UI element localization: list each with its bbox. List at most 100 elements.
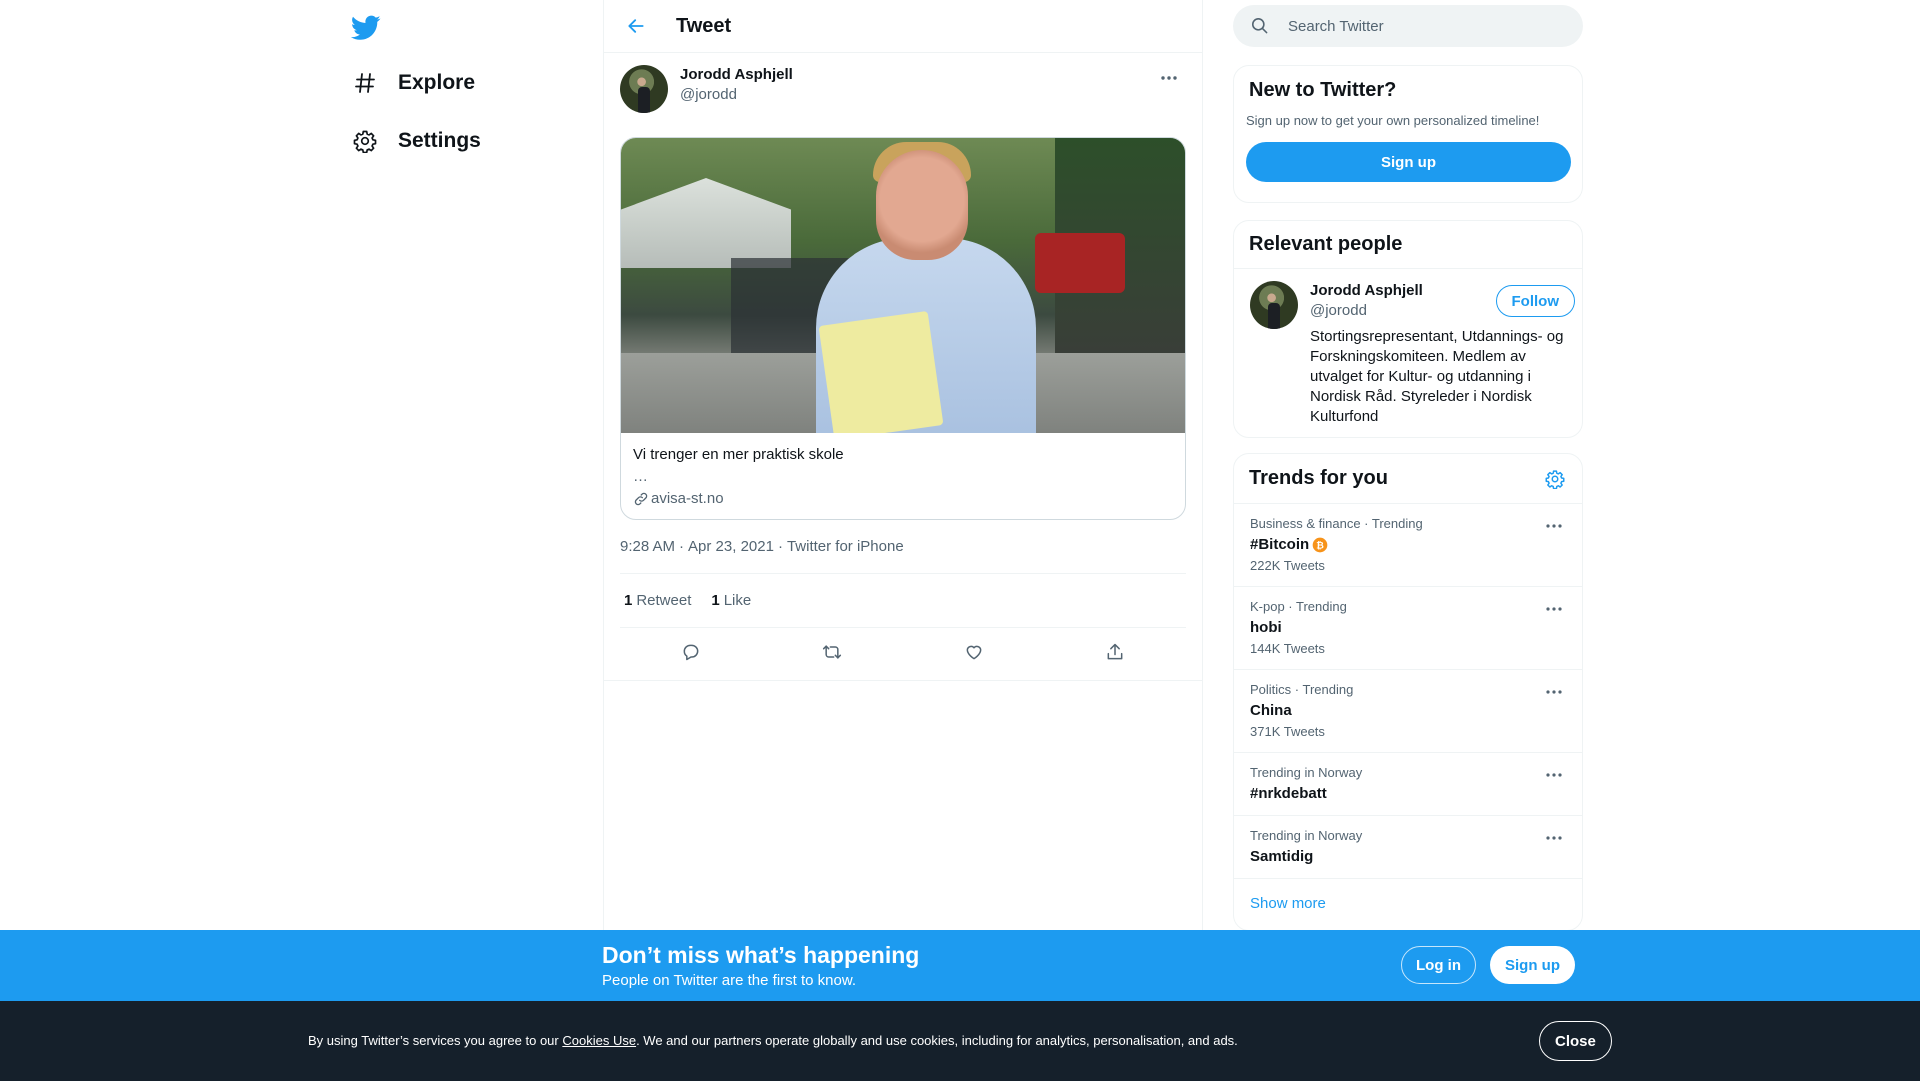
trend-name-text: #Bitcoin <box>1250 536 1310 553</box>
like-count[interactable]: 1 Like <box>711 592 751 609</box>
trend-more-button[interactable] <box>1540 828 1568 848</box>
login-button[interactable]: Log in <box>1401 946 1476 984</box>
share-icon <box>1105 642 1125 662</box>
reply-icon <box>681 642 701 662</box>
more-options-button[interactable] <box>1152 65 1186 91</box>
gear-icon <box>352 128 378 154</box>
meta-separator: · <box>679 537 685 555</box>
divider <box>604 680 1202 681</box>
tweet-counts: 1 Retweet 1 Like <box>620 574 1186 627</box>
trend-item[interactable]: Trending in Norway #nrkdebatt <box>1234 753 1582 816</box>
trend-item[interactable]: K-pop · Trending hobi 144K Tweets <box>1234 587 1582 670</box>
banner-title: Don’t miss what’s happening <box>602 942 920 968</box>
retweet-count[interactable]: 1 Retweet <box>624 592 691 609</box>
trends-settings-button[interactable] <box>1542 466 1568 492</box>
twitter-logo-icon[interactable] <box>346 8 386 48</box>
more-dots-icon <box>1546 524 1562 528</box>
trend-name: #nrkdebatt <box>1250 785 1327 802</box>
more-dots-icon <box>1160 75 1178 81</box>
card-description: … <box>633 468 648 485</box>
tweet-meta: 9:28 AM · Apr 23, 2021 · Twitter for iPh… <box>620 536 1186 556</box>
tweet-source[interactable]: Twitter for iPhone <box>787 538 904 555</box>
person-bio: Stortingsrepresentant, Utdannings- og Fo… <box>1310 328 1564 425</box>
trends-header: Trends for you <box>1234 454 1582 504</box>
card-domain-text: avisa-st.no <box>651 490 724 507</box>
retweet-button[interactable] <box>814 634 850 670</box>
signup-banner: Don’t miss what’s happening People on Tw… <box>0 930 1920 1001</box>
back-button[interactable] <box>618 8 654 44</box>
link-icon <box>633 491 649 507</box>
show-more-link[interactable]: Show more <box>1234 879 1582 928</box>
tweet-time[interactable]: 9:28 AM <box>620 538 675 555</box>
trend-item[interactable]: Trending in Norway Samtidig <box>1234 816 1582 879</box>
cookie-banner: By using Twitter’s services you agree to… <box>0 1001 1920 1081</box>
person-info: Jorodd Asphjell @jorodd Follow Stortings… <box>1310 281 1575 427</box>
new-to-twitter-subtitle: Sign up now to get your own personalized… <box>1246 113 1540 128</box>
trend-count: 371K Tweets <box>1250 724 1325 739</box>
trend-more-button[interactable] <box>1540 682 1568 702</box>
tweet-header: Jorodd Asphjell @jorodd <box>620 65 1186 119</box>
meta-separator: · <box>777 537 783 555</box>
more-dots-icon <box>1546 690 1562 694</box>
trend-more-button[interactable] <box>1540 516 1568 536</box>
nav-label-explore: Explore <box>398 71 476 94</box>
tweet-actions <box>620 628 1186 676</box>
cookies-use-link[interactable]: Cookies Use <box>562 1033 636 1048</box>
trend-more-button[interactable] <box>1540 599 1568 619</box>
trend-item[interactable]: Business & finance · Trending #Bitcoin ₿… <box>1234 504 1582 587</box>
nav-item-settings[interactable]: Settings <box>340 115 493 167</box>
trends-panel: Trends for you Business & finance · Tren… <box>1233 453 1583 931</box>
close-cookie-button[interactable]: Close <box>1539 1021 1612 1061</box>
new-to-twitter-title: New to Twitter? <box>1249 79 1397 101</box>
trend-context: Business & finance · Trending <box>1250 516 1423 531</box>
tweet-author[interactable]: Jorodd Asphjell @jorodd <box>680 65 793 105</box>
search-box[interactable] <box>1233 5 1583 47</box>
banner-subtitle: People on Twitter are the first to know. <box>602 972 857 989</box>
link-card[interactable]: Vi trenger en mer praktisk skole … avisa… <box>620 137 1186 520</box>
trend-context: K-pop · Trending <box>1250 599 1347 614</box>
trend-more-button[interactable] <box>1540 765 1568 785</box>
cookie-text-suffix: . We and our partners operate globally a… <box>636 1033 1238 1048</box>
avatar[interactable] <box>620 65 668 113</box>
more-dots-icon <box>1546 836 1562 840</box>
nav-label-settings: Settings <box>398 129 481 152</box>
like-button[interactable] <box>956 634 992 670</box>
card-body: Vi trenger en mer praktisk skole … avisa… <box>621 433 1185 519</box>
person-handle[interactable]: @jorodd <box>1310 301 1423 321</box>
author-handle[interactable]: @jorodd <box>680 85 793 105</box>
tweet: Jorodd Asphjell @jorodd Vi trenger en me… <box>604 53 1202 676</box>
trend-context: Trending in Norway <box>1250 765 1363 780</box>
trend-name: #Bitcoin ₿ <box>1250 536 1566 554</box>
tweet-date[interactable]: Apr 23, 2021 <box>688 538 774 555</box>
hashtag-icon <box>352 70 378 96</box>
trend-count: 144K Tweets <box>1250 641 1325 656</box>
avatar[interactable] <box>1250 281 1298 329</box>
new-to-twitter-panel: New to Twitter? Sign up now to get your … <box>1233 65 1583 203</box>
trend-name: hobi <box>1250 619 1282 636</box>
sidebar-signup-button[interactable]: Sign up <box>1246 142 1571 182</box>
person-name[interactable]: Jorodd Asphjell <box>1310 281 1423 301</box>
person-row: Jorodd Asphjell @jorodd Follow <box>1310 281 1575 321</box>
trend-context: Trending in Norway <box>1250 828 1363 843</box>
card-domain: avisa-st.no <box>633 489 1173 509</box>
reply-button[interactable] <box>673 634 709 670</box>
bitcoin-icon: ₿ <box>1312 537 1328 553</box>
relevant-people-title: Relevant people <box>1249 233 1403 255</box>
person-names: Jorodd Asphjell @jorodd <box>1310 281 1423 321</box>
search-icon <box>1250 16 1270 36</box>
trend-item[interactable]: Politics · Trending China 371K Tweets <box>1234 670 1582 753</box>
main-header: Tweet <box>604 0 1202 53</box>
relevant-person[interactable]: Jorodd Asphjell @jorodd Follow Stortings… <box>1234 269 1582 427</box>
search-input[interactable] <box>1288 17 1568 35</box>
relevant-people-header: Relevant people <box>1234 221 1582 269</box>
signup-button[interactable]: Sign up <box>1490 946 1575 984</box>
author-name[interactable]: Jorodd Asphjell <box>680 65 793 85</box>
follow-button[interactable]: Follow <box>1495 285 1575 317</box>
trend-name: China <box>1250 702 1292 719</box>
share-button[interactable] <box>1097 634 1133 670</box>
gear-icon <box>1545 469 1565 489</box>
nav-item-explore[interactable]: Explore <box>340 57 487 109</box>
trend-name: Samtidig <box>1250 848 1314 865</box>
retweet-icon <box>821 642 843 662</box>
trend-count: 222K Tweets <box>1250 558 1325 573</box>
